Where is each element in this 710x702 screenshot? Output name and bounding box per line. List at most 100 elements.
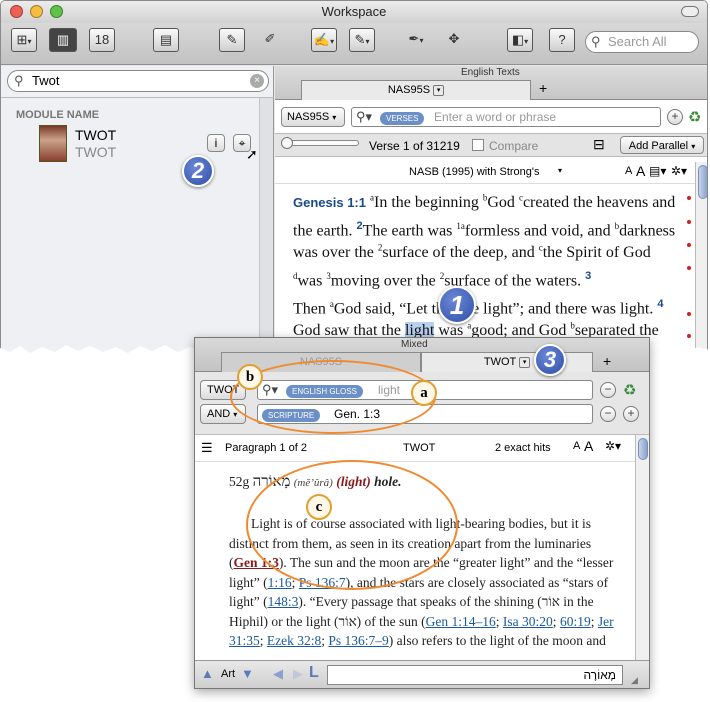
- module-subtitle: TWOT: [75, 144, 117, 160]
- stack-button[interactable]: ▤: [153, 28, 179, 52]
- note-marker[interactable]: [687, 196, 691, 200]
- note-marker[interactable]: [687, 243, 691, 247]
- compare-label: Compare: [489, 139, 539, 153]
- note-marker[interactable]: [687, 334, 691, 338]
- add-parallel-button[interactable]: Add Parallel ▾: [620, 136, 704, 154]
- calendar-icon: 18: [94, 32, 110, 47]
- version-title[interactable]: NASB (1995) with Strong's: [409, 166, 540, 178]
- hits-label: 2 exact hits: [495, 442, 551, 454]
- paragraph-label: Paragraph 1 of 2: [225, 442, 307, 454]
- module-title[interactable]: TWOT: [75, 127, 116, 143]
- book-cover-icon: [39, 125, 67, 162]
- callout-2: 2: [182, 155, 214, 187]
- art-label: Art: [221, 668, 236, 680]
- close-button[interactable]: [10, 5, 23, 18]
- toolbar-toggle-button[interactable]: [681, 6, 699, 17]
- layout-icon[interactable]: ⊟: [593, 136, 605, 153]
- forward-arrow-icon[interactable]: ▶: [293, 666, 303, 682]
- new-layout-button[interactable]: ⊞▾: [11, 28, 37, 52]
- passage-ref[interactable]: Genesis 1:1: [293, 195, 366, 210]
- library-search-input[interactable]: ⚲ Twot ×: [7, 70, 269, 92]
- scroll-thumb[interactable]: [638, 438, 648, 460]
- notes-button[interactable]: ✎: [219, 28, 245, 52]
- slider-thumb[interactable]: [281, 137, 293, 149]
- add-row-button[interactable]: +: [623, 406, 639, 422]
- info-icon: i: [214, 136, 218, 150]
- list-icon[interactable]: ☰: [201, 440, 213, 456]
- ref-link[interactable]: Ps 136:7–9: [328, 633, 388, 648]
- help-button[interactable]: ?: [549, 28, 575, 52]
- library-button[interactable]: ▥: [49, 28, 77, 52]
- move-button[interactable]: ✥: [441, 28, 467, 52]
- verse-slider[interactable]: [283, 140, 359, 146]
- gear-icon[interactable]: ✲▾: [605, 439, 621, 453]
- ref-link[interactable]: Isa 30:20: [503, 614, 553, 629]
- ref-link[interactable]: 148:3: [268, 594, 299, 609]
- remove-row-button[interactable]: −: [600, 406, 616, 422]
- ref-link[interactable]: Ezek 32:8: [267, 633, 321, 648]
- user-notes-button[interactable]: ✍▾: [311, 28, 337, 52]
- link-icon[interactable]: L: [309, 664, 319, 682]
- tab-nas95s[interactable]: NAS95S ▾: [301, 80, 531, 100]
- edit-notes-button[interactable]: ✎▾: [349, 28, 375, 52]
- ref-link[interactable]: Gen 1:14–16: [426, 614, 496, 629]
- window-title: Workspace: [321, 4, 387, 19]
- font-large-button[interactable]: A: [584, 438, 593, 454]
- verse-text: In the beginning: [374, 194, 483, 211]
- note-marker[interactable]: [687, 312, 691, 316]
- tab-twot[interactable]: TWOT ▾: [421, 352, 593, 372]
- results-header: ☰ Paragraph 1 of 2 TWOT 2 exact hits A A…: [195, 435, 635, 462]
- texts-panel: English Texts NAS95S ▾ + NAS95S ▾ ⚲▾ VER…: [275, 66, 707, 371]
- lookup-field[interactable]: מָאוֹרָה: [327, 665, 623, 685]
- gear-icon[interactable]: ✲▾: [671, 164, 687, 178]
- title-bar: Workspace: [1, 1, 707, 23]
- scroll-thumb[interactable]: [698, 165, 707, 199]
- list-icon[interactable]: ▤▾: [649, 164, 666, 178]
- ref-link[interactable]: 60:19: [560, 614, 591, 629]
- resize-grip-icon[interactable]: ◢: [631, 675, 638, 686]
- remove-row-button[interactable]: −: [600, 382, 616, 398]
- sync-icon[interactable]: ♻: [623, 381, 636, 399]
- sync-icon[interactable]: ♻: [688, 108, 701, 126]
- info-button[interactable]: i: [207, 134, 225, 152]
- note-marker[interactable]: [687, 220, 691, 224]
- add-search-button[interactable]: +: [667, 109, 683, 125]
- clear-icon[interactable]: ×: [250, 74, 264, 88]
- layout-button[interactable]: ◧▾: [507, 28, 533, 52]
- minimize-button[interactable]: [30, 5, 43, 18]
- toolbar: ⊞▾ ▥ 18 ▤ ✎ ✐ ✍▾ ✎▾ ✒▾ ✥ ◧▾ ? ⚲ Search A…: [1, 23, 707, 65]
- verse-search-field[interactable]: ⚲▾ VERSES Enter a word or phrase: [351, 107, 661, 127]
- callout-c: c: [306, 494, 332, 520]
- module-select-value: NAS95S: [287, 111, 330, 123]
- verse-text: The earth was: [362, 221, 457, 239]
- library-sidebar: ⚲ Twot × MODULE NAME TWOT TWOT i ⌖ ➚: [1, 66, 274, 371]
- up-arrow-icon[interactable]: ▲: [201, 666, 214, 681]
- search-icon: ⚲: [591, 34, 601, 49]
- add-tab-button[interactable]: +: [539, 80, 547, 96]
- verse-text: the Spirit of God: [542, 244, 651, 262]
- font-small-button[interactable]: A: [625, 165, 632, 177]
- verses-pill[interactable]: VERSES: [380, 112, 425, 125]
- compare-checkbox[interactable]: [472, 139, 484, 151]
- sidebar-scrollbar[interactable]: [259, 98, 273, 371]
- add-tab-button[interactable]: +: [603, 353, 611, 369]
- pen-button[interactable]: ✒▾: [403, 28, 429, 52]
- verse-text: Then: [293, 299, 330, 317]
- calendar-button[interactable]: 18: [89, 28, 115, 52]
- back-arrow-icon[interactable]: ◀: [273, 666, 283, 682]
- down-arrow-icon[interactable]: ▼: [241, 666, 254, 681]
- search-placeholder: Search All: [608, 34, 667, 49]
- entry-text: ) also refers to the light of the moon a…: [388, 633, 606, 648]
- note-marker[interactable]: [687, 266, 691, 270]
- results-scrollbar[interactable]: [635, 435, 649, 660]
- zoom-button[interactable]: [50, 5, 63, 18]
- search-placeholder: Enter a word or phrase: [434, 110, 557, 124]
- font-large-button[interactable]: A: [636, 163, 645, 179]
- callout-oval-c: [246, 460, 458, 590]
- search-all-input[interactable]: ⚲ Search All: [585, 31, 699, 53]
- highlight-button[interactable]: ✐: [257, 28, 283, 52]
- module-select[interactable]: NAS95S ▾: [281, 107, 345, 127]
- search-icon: ⚲▾: [356, 109, 373, 124]
- font-small-button[interactable]: A: [573, 440, 580, 452]
- popup-title: Mixed: [401, 339, 428, 350]
